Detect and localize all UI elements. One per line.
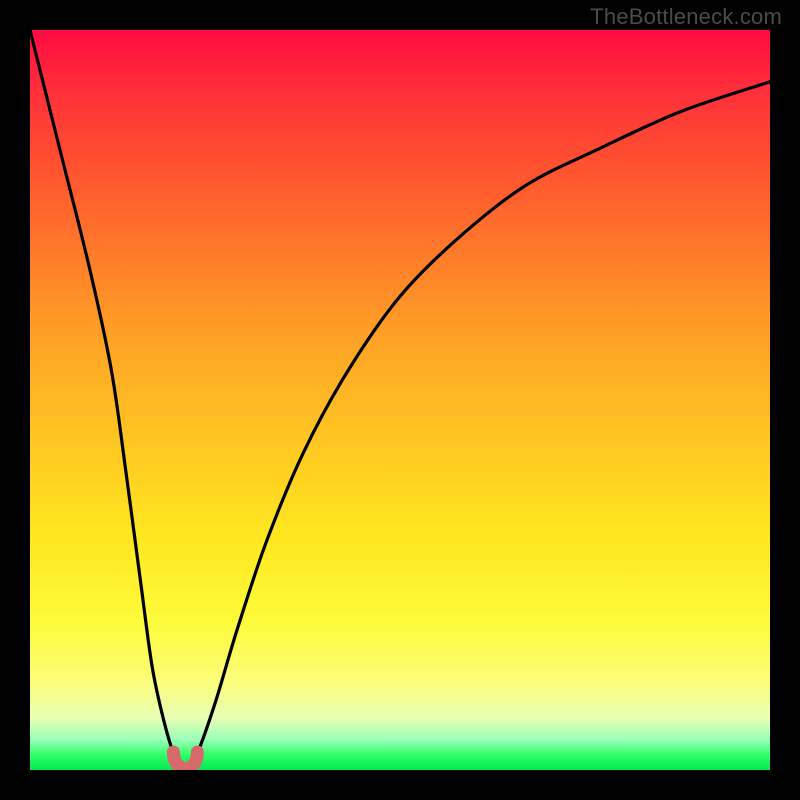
heat-gradient [30,30,770,770]
plot-area [30,30,770,770]
attribution-label: TheBottleneck.com [590,4,782,30]
chart-frame: TheBottleneck.com [0,0,800,800]
